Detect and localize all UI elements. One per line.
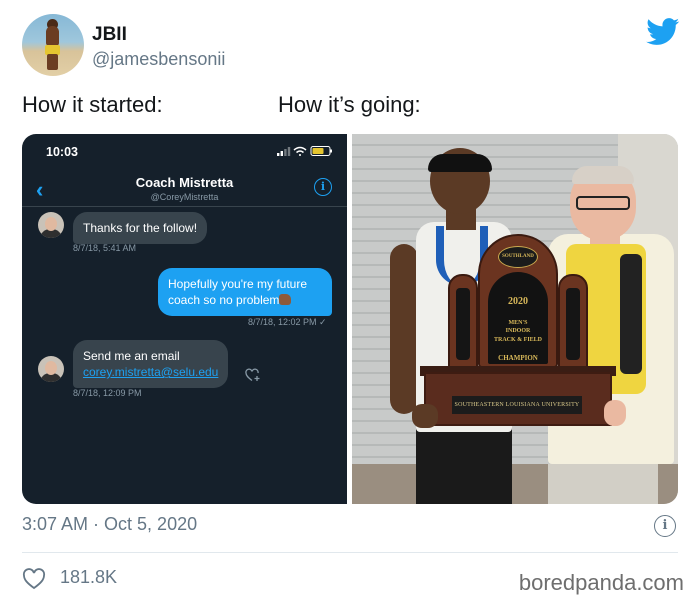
message-timestamp: 8/7/18, 5:41 AM — [73, 243, 137, 253]
athlete-arm — [390, 244, 418, 414]
message-bubble: Thanks for the follow! — [73, 212, 208, 244]
caption-how-it-started: How it started: — [22, 92, 163, 117]
trophy-text: TRACK & FIELD — [493, 337, 542, 343]
tweet-header: JBII @jamesbensonii — [22, 14, 682, 80]
user-handle[interactable]: @jamesbensonii — [92, 49, 225, 70]
message-line-with-emoji: coach so no problem — [168, 292, 322, 308]
message-line: Hopefully you're my future — [168, 277, 308, 291]
message-timestamp: 8/7/18, 12:02 PM ✓ — [248, 317, 327, 327]
coach-hand — [604, 400, 626, 426]
message-timestamp: 8/7/18, 12:09 PM — [73, 388, 142, 398]
like-count[interactable]: 181.8K — [60, 567, 117, 588]
trophy-text: CHAMPION — [498, 354, 538, 362]
conversation-handle: @CoreyMistretta — [150, 192, 219, 202]
status-time: 10:03 — [46, 145, 78, 159]
conversation-name: Coach Mistretta — [135, 175, 234, 190]
trophy-text: INDOOR — [505, 328, 531, 334]
twitter-bird-icon[interactable] — [646, 18, 680, 46]
headband — [428, 154, 492, 172]
trophy-wing-right — [558, 274, 588, 368]
trophy-wing-left — [448, 274, 478, 368]
athlete-hand — [412, 404, 438, 428]
trophy-base-plate: SOUTHEASTERN LOUISIANA UNIVERSITY — [452, 396, 582, 414]
divider — [22, 206, 347, 207]
watermark: boredpanda.com — [518, 570, 684, 595]
dm-screenshot[interactable]: 10:03 ‹ Coach Mistretta @CoreyMistretta … — [22, 134, 347, 504]
tweet-media[interactable]: 10:03 ‹ Coach Mistretta @CoreyMistretta … — [22, 134, 678, 504]
heart-plus-icon[interactable] — [245, 368, 261, 382]
heart-icon[interactable] — [22, 568, 46, 590]
avatar[interactable] — [22, 14, 84, 76]
tweet-timestamp[interactable]: 3:07 AM · Oct 5, 2020 — [22, 514, 197, 535]
trophy-logo: SOUTHLAND — [498, 246, 538, 268]
email-link[interactable]: corey.mistretta@selu.edu — [83, 364, 218, 380]
coach-hair — [572, 166, 634, 184]
trophy-year: 2020 — [508, 296, 528, 307]
trophy-text: MEN'S — [508, 320, 528, 326]
battery-icon — [310, 146, 332, 156]
caption-how-its-going: How it’s going: — [278, 92, 421, 117]
trophy-inner-panel — [488, 272, 548, 364]
message-bubble-outgoing: Hopefully you're my future coach so no p… — [158, 268, 332, 316]
trophy-photo[interactable]: SOUTHLAND 2020 MEN'S INDOOR TRACK & FIEL… — [352, 134, 678, 504]
info-icon[interactable]: i — [314, 178, 332, 196]
wifi-icon — [293, 146, 307, 156]
message-line: coach so no problem — [168, 293, 280, 307]
coach-pants — [548, 464, 658, 504]
backpack-strap — [620, 254, 642, 374]
sender-avatar[interactable] — [38, 212, 64, 238]
display-name[interactable]: JBII — [92, 24, 127, 46]
status-icons — [277, 146, 332, 156]
message-bubble: Send me an email corey.mistretta@selu.ed… — [73, 340, 229, 388]
info-icon[interactable]: i — [654, 515, 676, 537]
message-line: Send me an email — [83, 349, 180, 363]
thumbs-up-emoji-icon — [279, 294, 292, 305]
sender-avatar[interactable] — [38, 356, 64, 382]
coach-glasses — [576, 196, 630, 210]
divider — [22, 552, 678, 553]
athlete-pants — [416, 424, 512, 504]
signal-icon — [277, 147, 291, 156]
